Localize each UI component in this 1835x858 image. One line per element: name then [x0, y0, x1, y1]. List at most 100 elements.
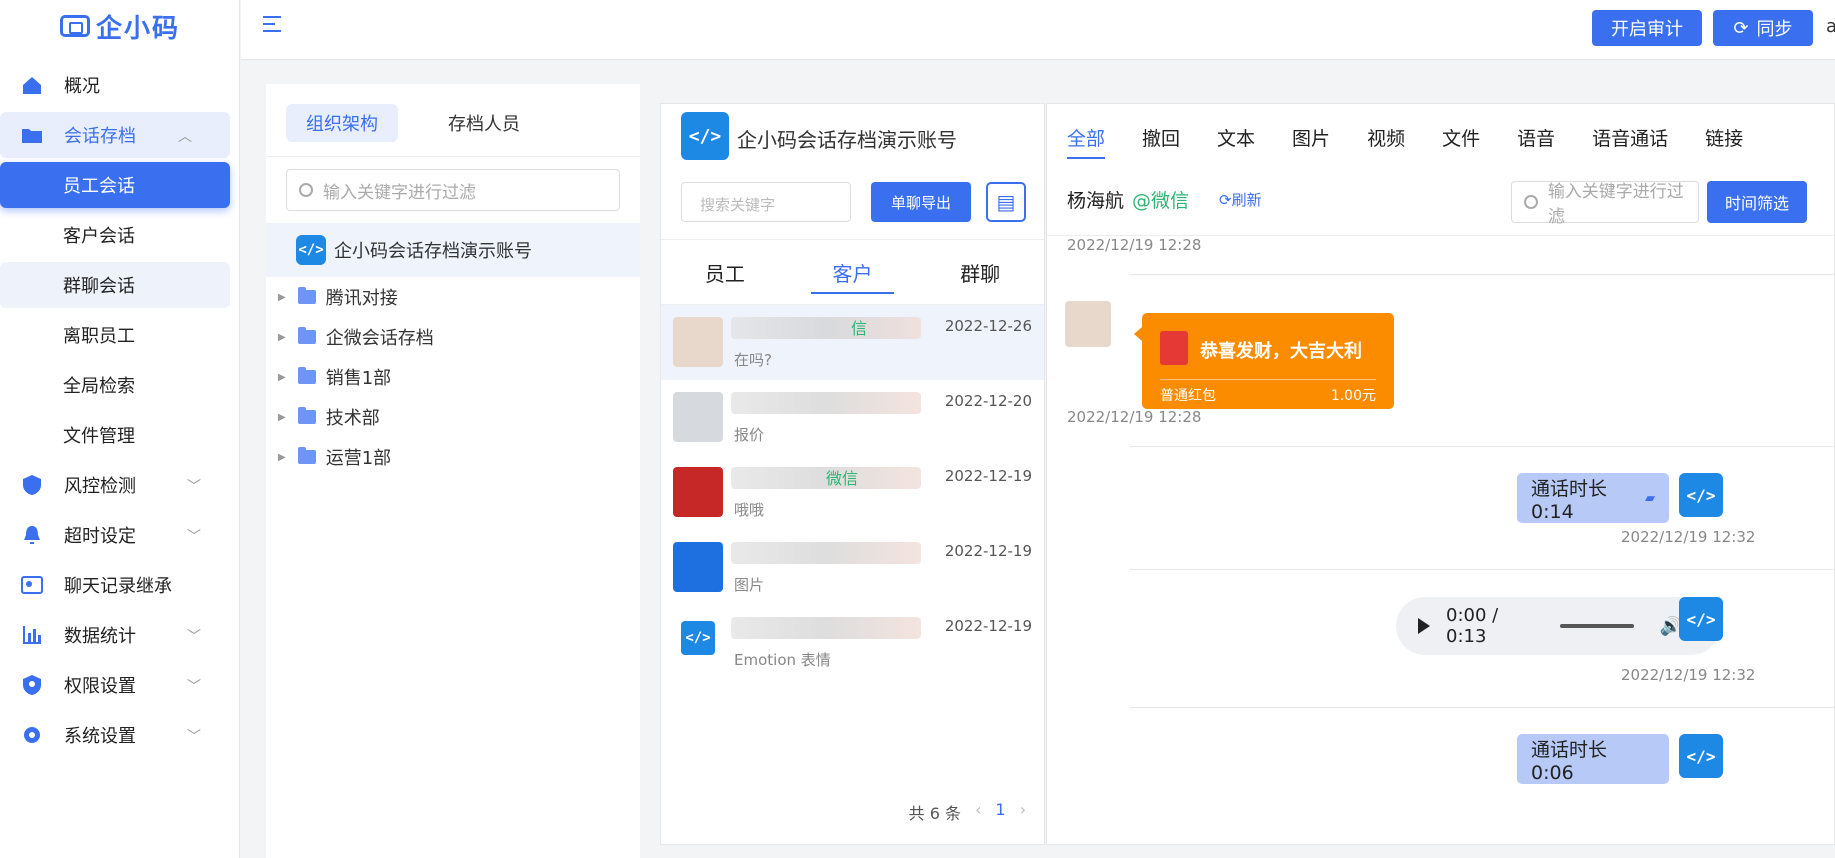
export-chat-button[interactable]: 单聊导出 — [871, 182, 971, 222]
audio-progress-bar[interactable] — [1560, 624, 1634, 628]
avatar — [1065, 301, 1111, 347]
app-icon: </> — [681, 112, 729, 160]
tab-groups[interactable]: 群聊 — [916, 240, 1044, 304]
avatar — [673, 467, 723, 517]
timestamp: 2022/12/19 12:32 — [1621, 528, 1756, 546]
tab-voice[interactable]: 语音 — [1517, 124, 1555, 159]
contact-panel: </> 企小码会话存档演示账号 搜索关键字 单聊导出 ▤ 员工 客户 群聊 信 … — [660, 103, 1045, 845]
sidebar-item-risk[interactable]: 风控检测 ﹀ — [0, 462, 239, 508]
blurred-name — [731, 617, 921, 639]
logo-icon — [60, 15, 90, 37]
menu-toggle-icon[interactable] — [263, 16, 285, 36]
sidebar-item-global-search[interactable]: 全局检索 — [0, 362, 239, 408]
sidebar-item-customer-chat[interactable]: 客户会话 — [0, 212, 239, 258]
tab-file[interactable]: 文件 — [1442, 124, 1480, 159]
sidebar-item-permissions[interactable]: 权限设置 ﹀ — [0, 662, 239, 708]
top-bar: 开启审计 ⟳ 同步 a — [241, 0, 1835, 60]
caret-right-icon: ▶ — [278, 411, 286, 423]
play-icon[interactable] — [1418, 618, 1430, 634]
sidebar-item-inherit[interactable]: 聊天记录继承 — [0, 562, 239, 608]
audio-player[interactable]: 0:00 / 0:13 🔊 ⋮ — [1396, 597, 1720, 655]
divider — [266, 156, 640, 157]
gear-icon — [20, 723, 44, 747]
divider — [1130, 274, 1834, 275]
list-item[interactable]: </> 2022-12-19 Emotion 表情 — [661, 605, 1044, 680]
keyword-search-input[interactable]: 搜索关键字 — [681, 182, 851, 222]
tree-item-department[interactable]: ▶ 运营1部 — [266, 437, 640, 477]
shield-icon — [20, 473, 44, 497]
org-panel: 组织架构 存档人员 输入关键字进行过滤 </> 企小码会话存档演示账号 ▶ 腾讯对… — [266, 84, 640, 858]
sidebar-item-group-chat[interactable]: 群聊会话 — [0, 262, 230, 308]
sidebar-item-archive[interactable]: 会话存档 ︿ — [0, 112, 230, 158]
sidebar-item-settings[interactable]: 系统设置 ﹀ — [0, 712, 239, 758]
avatar — [673, 392, 723, 442]
tab-text[interactable]: 文本 — [1217, 124, 1255, 159]
tree-item-department[interactable]: ▶ 技术部 — [266, 397, 640, 437]
chat-messages: 2022/12/19 12:28 恭喜发财，大吉大利 普通红包 1.00元 20… — [1047, 235, 1834, 844]
tab-video[interactable]: 视频 — [1367, 124, 1405, 159]
sidebar: 企小码 概况 会话存档 ︿ 员工会话 客户会话 群聊会话 离职员工 全局检索 文件… — [0, 0, 240, 858]
divider — [1160, 379, 1376, 380]
sidebar-item-employee-chat[interactable]: 员工会话 — [0, 162, 230, 208]
home-icon — [20, 73, 44, 97]
chevron-up-icon: ︿ — [178, 129, 192, 145]
prev-page-icon[interactable]: ‹ — [975, 800, 981, 824]
sender-avatar: </> — [1679, 473, 1723, 517]
red-packet-message[interactable]: 恭喜发财，大吉大利 普通红包 1.00元 — [1134, 313, 1394, 409]
next-page-icon[interactable]: › — [1020, 800, 1026, 824]
tree-item-department[interactable]: ▶ 企微会话存档 — [266, 317, 640, 357]
tab-archive-members[interactable]: 存档人员 — [428, 104, 540, 142]
tab-link[interactable]: 链接 — [1705, 124, 1743, 159]
time-filter-button[interactable]: 时间筛选 — [1707, 181, 1807, 223]
chat-filter-input[interactable]: 输入关键字进行过滤 — [1511, 181, 1699, 227]
list-item[interactable]: 信 2022-12-26 在吗? — [661, 305, 1044, 380]
refresh-button[interactable]: ⟳刷新 — [1219, 189, 1262, 210]
folder-icon — [297, 407, 316, 424]
red-envelope-icon — [1160, 331, 1188, 365]
sidebar-item-file-management[interactable]: 文件管理 — [0, 412, 239, 458]
sync-button[interactable]: ⟳ 同步 — [1713, 10, 1813, 46]
list-item[interactable]: 微信 2022-12-19 哦哦 — [661, 455, 1044, 530]
caret-right-icon: ▶ — [278, 451, 286, 463]
pagination: 共 6 条 ‹ 1 › — [908, 800, 1026, 824]
message-type-tabs: 全部 撤回 文本 图片 视频 文件 语音 语音通话 链接 — [1067, 124, 1743, 159]
sidebar-item-timeout[interactable]: 超时设定 ﹀ — [0, 512, 239, 558]
blurred-name — [731, 542, 921, 564]
page-number[interactable]: 1 — [995, 800, 1005, 824]
document-clock-icon[interactable]: ▤ — [986, 182, 1026, 222]
list-item[interactable]: 2022-12-19 图片 — [661, 530, 1044, 605]
tab-voice-call[interactable]: 语音通话 — [1592, 124, 1668, 159]
divider — [1130, 569, 1834, 570]
tab-employees[interactable]: 员工 — [661, 240, 789, 304]
tree-item-department[interactable]: ▶ 销售1部 — [266, 357, 640, 397]
avatar — [673, 317, 723, 367]
sidebar-nav: 概况 会话存档 ︿ 员工会话 客户会话 群聊会话 离职员工 全局检索 文件管理 风… — [0, 52, 239, 768]
sidebar-item-overview[interactable]: 概况 — [0, 62, 239, 108]
chevron-down-icon: ﹀ — [187, 629, 201, 645]
lock-shield-icon — [20, 673, 44, 697]
sender-avatar: </> — [1679, 597, 1723, 641]
org-account-row[interactable]: </> 企小码会话存档演示账号 — [266, 223, 640, 277]
tab-image[interactable]: 图片 — [1292, 124, 1330, 159]
org-filter-input[interactable]: 输入关键字进行过滤 — [286, 169, 620, 211]
sidebar-item-resigned[interactable]: 离职员工 — [0, 312, 239, 358]
list-item[interactable]: 2022-12-20 报价 — [661, 380, 1044, 455]
sender-avatar: </> — [1679, 734, 1723, 778]
blurred-name — [731, 392, 921, 414]
search-icon — [299, 183, 313, 197]
enable-audit-button[interactable]: 开启审计 — [1592, 10, 1702, 46]
tab-customers[interactable]: 客户 — [789, 240, 917, 304]
tab-all[interactable]: 全部 — [1067, 124, 1106, 159]
call-duration-message[interactable]: 通话时长 0:06 — [1517, 734, 1669, 784]
call-duration-message[interactable]: 通话时长 0:14 ▰ — [1517, 473, 1669, 523]
app-logo[interactable]: 企小码 — [0, 0, 239, 52]
user-avatar[interactable]: a — [1826, 16, 1835, 37]
chat-header: 杨海航 @微信 ⟳刷新 — [1067, 189, 1262, 212]
tab-recalled[interactable]: 撤回 — [1142, 124, 1180, 159]
avatar: </> — [681, 621, 715, 655]
divider — [1130, 446, 1834, 447]
tree-item-department[interactable]: ▶ 腾讯对接 — [266, 277, 640, 317]
tab-org-structure[interactable]: 组织架构 — [286, 104, 398, 142]
caret-right-icon: ▶ — [278, 291, 286, 303]
sidebar-item-statistics[interactable]: 数据统计 ﹀ — [0, 612, 239, 658]
